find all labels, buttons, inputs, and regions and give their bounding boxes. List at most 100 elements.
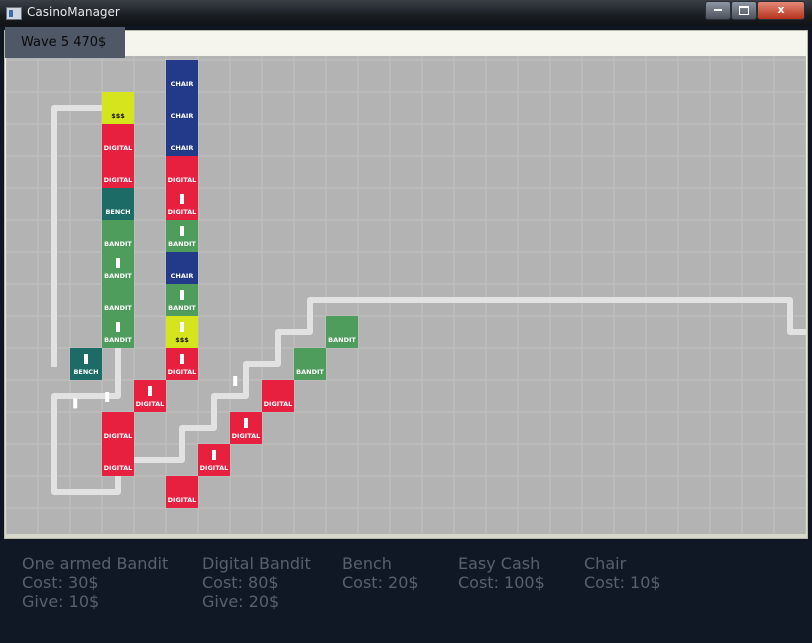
- tile-bench[interactable]: BENCH: [102, 188, 134, 220]
- tile-chair[interactable]: CHAIR: [166, 60, 198, 92]
- tile-digital[interactable]: DIGITAL: [102, 444, 134, 476]
- app-window: CasinoManager x $$$ DIGITAL DIGITAL BENCH BA…: [0, 0, 812, 643]
- tile-label: CHAIR: [171, 144, 194, 152]
- tile-label: BANDIT: [328, 336, 356, 344]
- legend-name: Digital Bandit: [202, 554, 311, 573]
- tile-label: DIGITAL: [264, 400, 293, 408]
- tile-label: DIGITAL: [168, 208, 197, 216]
- tile-bandit[interactable]: BANDIT: [102, 220, 134, 252]
- tile-label: DIGITAL: [200, 464, 229, 472]
- tile-label: BANDIT: [296, 368, 324, 376]
- tile-label: BANDIT: [168, 240, 196, 248]
- tile-bench[interactable]: BENCH: [70, 348, 102, 380]
- tile-easy_cash[interactable]: $$$: [102, 92, 134, 124]
- tile-chair[interactable]: CHAIR: [166, 92, 198, 124]
- tile-label: BANDIT: [168, 304, 196, 312]
- tile-label: $$$: [111, 112, 125, 120]
- customer-marker: [116, 322, 120, 332]
- legend-cost: Cost: 80$: [202, 573, 279, 592]
- tile-label: CHAIR: [171, 80, 194, 88]
- customer-marker: [180, 354, 184, 364]
- close-icon: x: [777, 3, 785, 16]
- tile-label: DIGITAL: [168, 176, 197, 184]
- legend-item-chair: Chair Cost: 10$: [584, 554, 661, 592]
- tile-digital[interactable]: DIGITAL: [166, 188, 198, 220]
- title-bar[interactable]: CasinoManager x: [0, 0, 812, 26]
- customer-marker: [116, 258, 120, 268]
- legend-item-easy-cash: Easy Cash Cost: 100$: [458, 554, 545, 592]
- tile-label: BANDIT: [104, 304, 132, 312]
- tile-bandit[interactable]: BANDIT: [326, 316, 358, 348]
- game-board[interactable]: $$$ DIGITAL DIGITAL BENCH BANDIT BANDIT BANDIT…: [6, 56, 806, 534]
- window-title: CasinoManager: [27, 5, 120, 19]
- tile-label: DIGITAL: [104, 432, 133, 440]
- tile-digital[interactable]: DIGITAL: [102, 124, 134, 156]
- tile-label: DIGITAL: [168, 368, 197, 376]
- legend-cost: Cost: 10$: [584, 573, 661, 592]
- tile-label: DIGITAL: [104, 176, 133, 184]
- tile-digital[interactable]: DIGITAL: [198, 444, 230, 476]
- customer-marker: [180, 290, 184, 300]
- legend-item-bench: Bench Cost: 20$: [342, 554, 419, 592]
- customer-marker: [212, 450, 216, 460]
- legend-item-digital-bandit: Digital Bandit Cost: 80$ Give: 20$: [202, 554, 311, 611]
- tile-bandit[interactable]: BANDIT: [102, 252, 134, 284]
- tile-label: $$$: [175, 336, 189, 344]
- minimize-button[interactable]: [705, 1, 731, 20]
- legend-item-one-armed-bandit: One armed Bandit Cost: 30$ Give: 10$: [22, 554, 168, 611]
- tile-digital[interactable]: DIGITAL: [166, 156, 198, 188]
- tile-label: BENCH: [105, 208, 130, 216]
- legend-give: Give: 10$: [22, 592, 100, 611]
- tile-bandit[interactable]: BANDIT: [294, 348, 326, 380]
- legend-give: Give: 20$: [202, 592, 280, 611]
- tile-bandit[interactable]: BANDIT: [102, 284, 134, 316]
- app-icon: [6, 7, 22, 20]
- customer-marker: [180, 322, 184, 332]
- tile-bandit[interactable]: BANDIT: [102, 316, 134, 348]
- legend-name: Easy Cash: [458, 554, 541, 573]
- customer-marker: [148, 386, 152, 396]
- info-panel: One armed Bandit Cost: 30$ Give: 10$ Digita…: [0, 540, 812, 643]
- legend-cost: Cost: 20$: [342, 573, 419, 592]
- tile-easy_cash[interactable]: $$$: [166, 316, 198, 348]
- tile-bandit[interactable]: BANDIT: [166, 284, 198, 316]
- tile-digital[interactable]: DIGITAL: [102, 412, 134, 444]
- tile-chair[interactable]: CHAIR: [166, 252, 198, 284]
- tile-label: DIGITAL: [104, 144, 133, 152]
- tile-digital[interactable]: DIGITAL: [166, 348, 198, 380]
- tile-label: DIGITAL: [136, 400, 165, 408]
- customer-marker: [180, 226, 184, 236]
- maximize-icon: [739, 5, 749, 15]
- legend-cost: Cost: 30$: [22, 573, 99, 592]
- wave-status: Wave 5 470$: [5, 27, 125, 58]
- tile-digital[interactable]: DIGITAL: [134, 380, 166, 412]
- tile-digital[interactable]: DIGITAL: [230, 412, 262, 444]
- walking-customer: [105, 392, 110, 402]
- tile-label: DIGITAL: [232, 432, 261, 440]
- close-button[interactable]: x: [757, 1, 805, 20]
- legend-cost: Cost: 100$: [458, 573, 545, 592]
- legend-name: One armed Bandit: [22, 554, 169, 573]
- tile-label: CHAIR: [171, 272, 194, 280]
- tile-digital[interactable]: DIGITAL: [262, 380, 294, 412]
- customer-marker: [180, 194, 184, 204]
- maximize-button[interactable]: [731, 1, 757, 20]
- tile-label: DIGITAL: [104, 464, 133, 472]
- tile-digital[interactable]: DIGITAL: [166, 476, 198, 508]
- tile-label: DIGITAL: [168, 496, 197, 504]
- tile-chair[interactable]: CHAIR: [166, 124, 198, 156]
- minimize-icon: [714, 9, 722, 11]
- customer-marker: [84, 354, 88, 364]
- tile-label: BANDIT: [104, 272, 132, 280]
- walking-customer: [73, 398, 78, 409]
- tile-label: CHAIR: [171, 112, 194, 120]
- customer-marker: [244, 418, 248, 428]
- legend-name: Chair: [584, 554, 627, 573]
- tile-digital[interactable]: DIGITAL: [102, 156, 134, 188]
- tile-label: BANDIT: [104, 336, 132, 344]
- walking-customer: [233, 376, 238, 386]
- tile-label: BENCH: [73, 368, 98, 376]
- tile-bandit[interactable]: BANDIT: [166, 220, 198, 252]
- legend-name: Bench: [342, 554, 392, 573]
- tile-label: BANDIT: [104, 240, 132, 248]
